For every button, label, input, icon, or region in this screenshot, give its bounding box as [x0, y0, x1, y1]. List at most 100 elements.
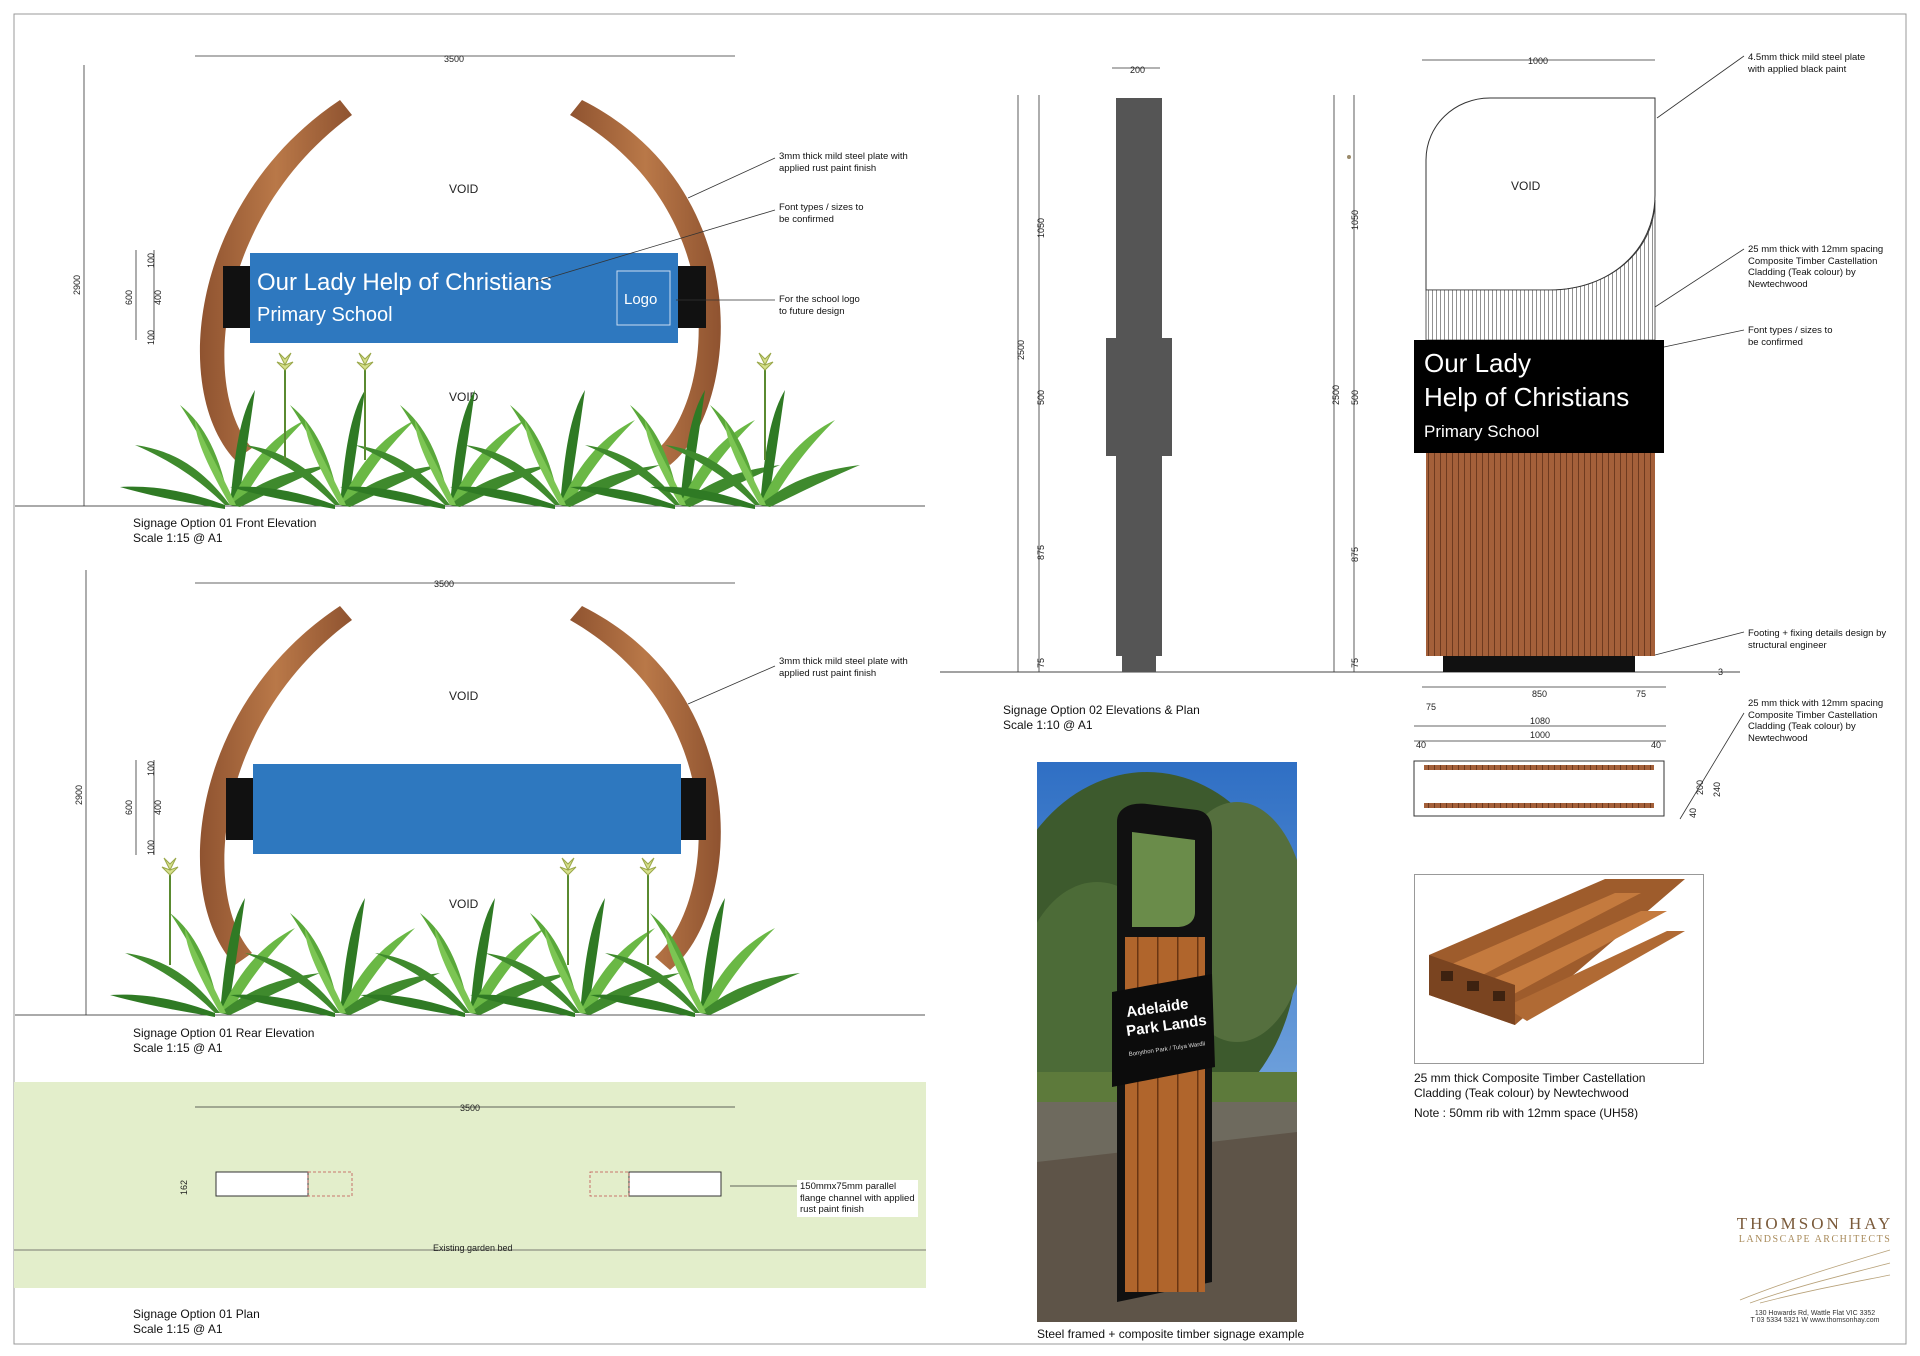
note-line: Cladding (Teak colour) by: [1748, 267, 1856, 278]
dim-100-bottom: 100: [146, 840, 156, 855]
note-steel-plate-rear: 3mm thick mild steel plate with applied …: [779, 656, 908, 679]
caption-swatch: 25 mm thick Composite Timber Castellatio…: [1414, 1071, 1645, 1121]
dim-100-top: 100: [146, 253, 156, 268]
dim-400: 400: [153, 800, 163, 815]
caption-opt2: Signage Option 02 Elevations & Plan Scal…: [1003, 703, 1200, 733]
sign-panel-blue-rear: [253, 764, 681, 854]
firm-address: 130 Howards Rd, Wattle Flat VIC 3352: [1754, 1310, 1876, 1317]
opt1-rear-elevation: 3500 2900 600 400 100 100 VOID VOID: [15, 570, 925, 1017]
dim-1080: 1080: [1530, 716, 1550, 726]
dim-3: 3: [1718, 667, 1723, 677]
dim-400: 400: [153, 290, 163, 305]
caption-title: Signage Option 01 Plan: [133, 1307, 260, 1321]
caption-photo: Steel framed + composite timber signage …: [1037, 1327, 1305, 1341]
dim-875: 875: [1036, 545, 1046, 560]
note-line: flange channel with applied: [800, 1192, 915, 1204]
dim-100-top: 100: [146, 761, 156, 776]
note-line: For the school logo: [779, 294, 860, 305]
post-side-upper: [1116, 98, 1162, 338]
note-line: 3mm thick mild steel plate with: [779, 656, 908, 667]
dim-850: 850: [1532, 689, 1547, 699]
caption-scale: Scale 1:15 @ A1: [133, 531, 223, 545]
note-line: Newtechwood: [1748, 732, 1808, 744]
dim-width: 3500: [444, 54, 464, 64]
caption-scale: Scale 1:15 @ A1: [133, 1041, 223, 1055]
plant: [230, 390, 440, 509]
dim-40-right: 40: [1651, 740, 1661, 750]
dim-75: 75: [1350, 658, 1360, 668]
opt1-front-elevation: 3500 2900 600 400 100 100 Our Lady Help …: [15, 54, 925, 509]
note-logo: For the school logo to future design: [779, 294, 860, 317]
dim-240: 240: [1712, 782, 1722, 797]
dim-100-bottom: 100: [146, 330, 156, 345]
caption-title: Signage Option 01 Front Elevation: [133, 516, 317, 530]
dim-200: 200: [1130, 65, 1145, 75]
note-line: 3mm thick mild steel plate with: [779, 151, 908, 162]
example-signage-photo: Adelaide Park Lands Bonython Park / Tuly…: [1037, 762, 1297, 1322]
opt1-plan: 3500 162 Existing garden bed: [14, 1082, 926, 1288]
note-cladding-2: 25 mm thick with 12mm spacing Composite …: [1748, 698, 1883, 744]
dim-1050: 1050: [1036, 218, 1046, 238]
dim-1050: 1050: [1350, 210, 1360, 230]
black-bracket-left: [226, 778, 256, 840]
firm-contact: T 03 5334 5321 W www.thomsonhay.com: [1750, 1317, 1880, 1324]
caption-opt1-front: Signage Option 01 Front Elevation Scale …: [133, 516, 316, 546]
plant: [340, 390, 550, 509]
sign-line2: Primary School: [257, 304, 393, 326]
dim-1000-plan: 1000: [1530, 730, 1550, 740]
note-fonts-2: Font types / sizes to be confirmed: [1748, 325, 1832, 348]
dim-width: 3500: [434, 579, 454, 589]
garden-bed-label: Existing garden bed: [433, 1243, 513, 1253]
dim-40-left: 40: [1416, 740, 1426, 750]
note-line: be confirmed: [1748, 336, 1803, 348]
void-lower: VOID: [449, 897, 479, 911]
channel-right: [628, 1171, 722, 1197]
dim-200-plan: 200: [1695, 780, 1705, 795]
dim-162: 162: [179, 1180, 189, 1195]
note-footing: Footing + fixing details design by struc…: [1748, 628, 1886, 651]
logo-label: Logo: [624, 291, 657, 308]
note-line: structural engineer: [1748, 639, 1827, 651]
caption-opt1-plan: Signage Option 01 Plan Scale 1:15 @ A1: [133, 1307, 260, 1337]
note-line: 25 mm thick with 12mm spacing: [1748, 244, 1884, 255]
post-side-mid: [1106, 338, 1172, 456]
note-line: Font types / sizes to: [1748, 325, 1833, 336]
note-line: with applied black paint: [1748, 63, 1847, 75]
dim-500: 500: [1350, 390, 1360, 405]
lily-flower: [559, 857, 577, 966]
footing-black: [1443, 656, 1635, 672]
sign2-line3: Primary School: [1424, 422, 1539, 441]
void-label: VOID: [1511, 179, 1541, 193]
note-line: Composite Timber Castellation: [1748, 255, 1878, 267]
post-side-footing: [1122, 656, 1156, 672]
plant: [450, 390, 660, 509]
dim-75-right: 75: [1636, 689, 1646, 699]
note-line: rust paint finish: [800, 1204, 864, 1215]
void-upper: VOID: [449, 182, 479, 196]
sign2-line2: Help of Christians: [1424, 382, 1629, 412]
note-line: to future design: [779, 305, 845, 317]
note-line: applied rust paint finish: [779, 667, 877, 679]
cladding-swatch: [1414, 874, 1704, 1064]
plant: [650, 390, 860, 509]
sign-panel-blue: [250, 253, 678, 343]
note-line: applied rust paint finish: [779, 162, 877, 174]
caption-title: Signage Option 01 Rear Elevation: [133, 1026, 315, 1040]
note-steel-plate: 3mm thick mild steel plate with applied …: [779, 151, 908, 174]
note-line: 150mmx75mm parallel: [800, 1181, 897, 1192]
note-channel: 150mmx75mm parallel flange channel with …: [797, 1180, 918, 1217]
note-fonts: Font types / sizes to be confirmed: [779, 202, 863, 225]
drawing-sheet: 3500 2900 600 400 100 100 Our Lady Help …: [13, 13, 1907, 1345]
dim-75-left: 75: [1426, 702, 1436, 712]
firm-logo: THOMSON HAY LANDSCAPE ARCHITECTS 130 How…: [1730, 1214, 1900, 1324]
plan-cladding-top: [1424, 765, 1654, 770]
sign2-line1: Our Lady: [1424, 348, 1531, 378]
note-line: Cladding (Teak colour) by: [1748, 721, 1856, 732]
lily-flower: [161, 857, 179, 966]
firm-logo-swoosh: [1739, 1249, 1891, 1304]
firm-name: THOMSON HAY: [1736, 1214, 1894, 1233]
note-line: Footing + fixing details design by: [1748, 628, 1887, 639]
caption-scale: Scale 1:15 @ A1: [133, 1322, 223, 1336]
caption-opt1-rear: Signage Option 01 Rear Elevation Scale 1…: [133, 1026, 314, 1056]
note-line: Newtechwood: [1748, 278, 1808, 290]
